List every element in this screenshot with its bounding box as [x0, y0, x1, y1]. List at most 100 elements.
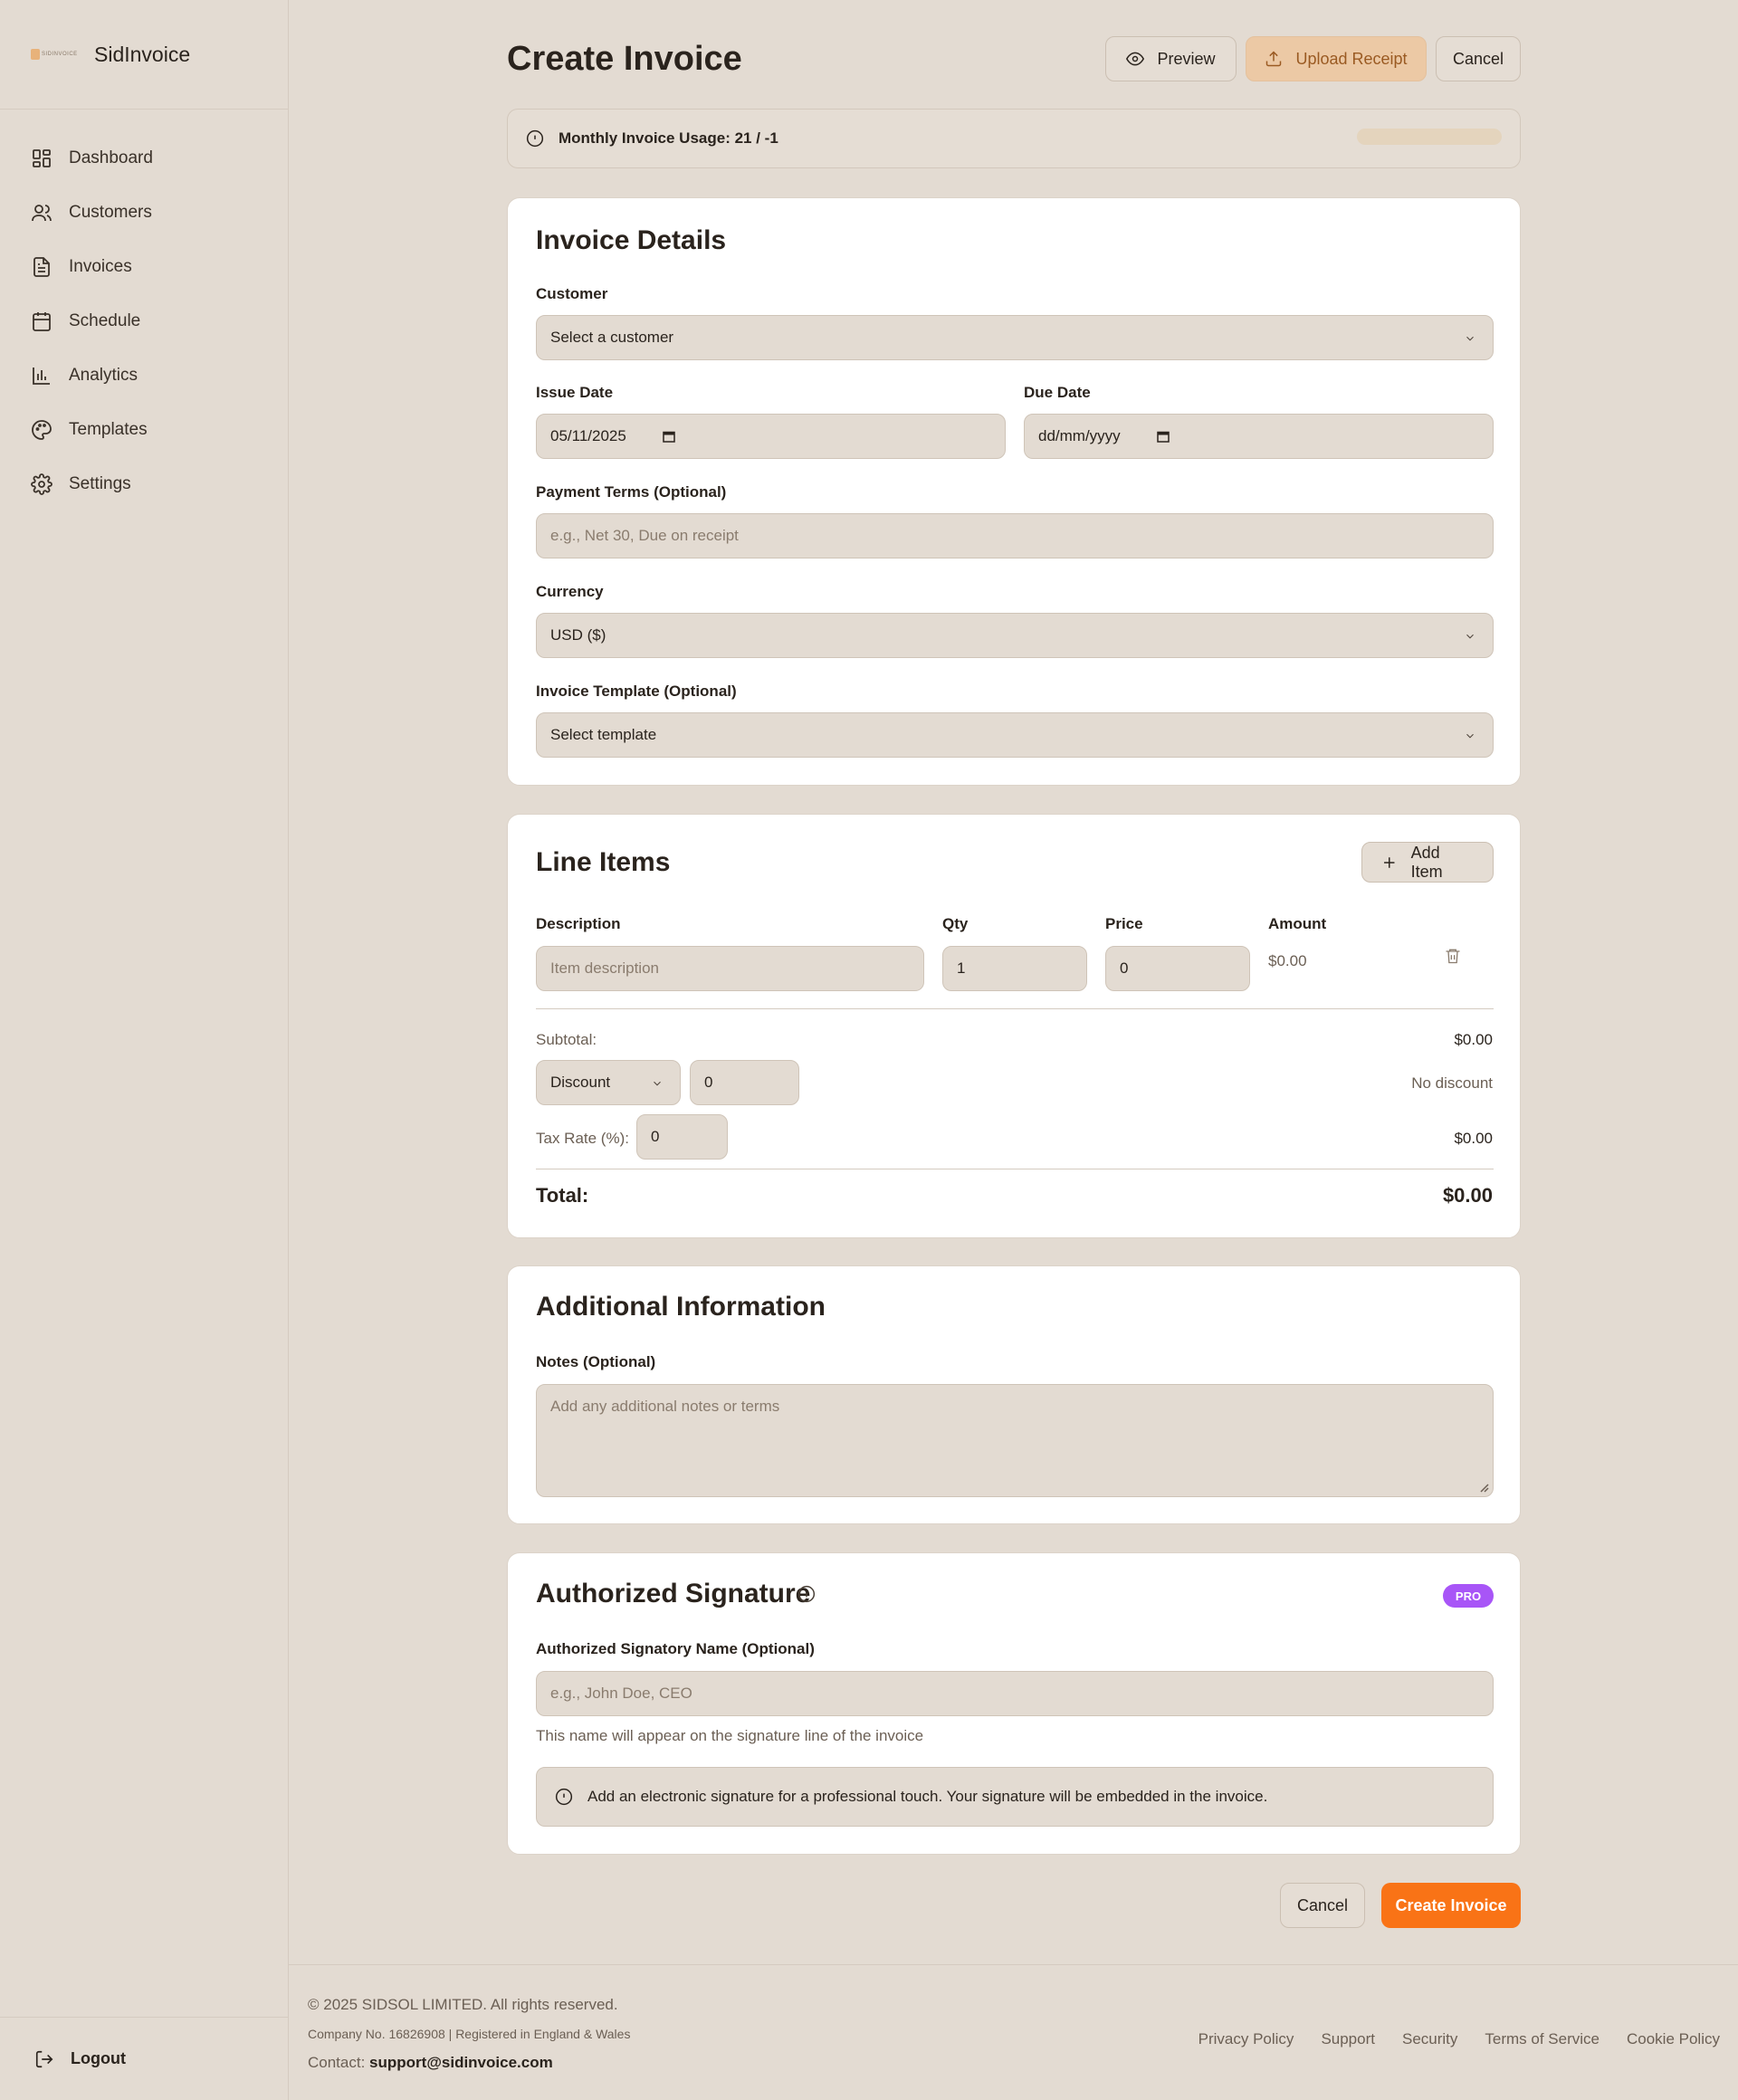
card-title: Invoice Details — [536, 225, 727, 255]
cancel-button[interactable]: Cancel — [1280, 1883, 1365, 1928]
calendar-picker-icon[interactable] — [1155, 428, 1171, 444]
trash-icon[interactable] — [1444, 947, 1462, 965]
footer-link-cookies[interactable]: Cookie Policy — [1627, 2030, 1720, 2048]
brand[interactable]: SIDINVOICE SidInvoice — [0, 0, 288, 110]
item-price-input[interactable]: 0 — [1105, 946, 1250, 991]
info-icon[interactable] — [797, 1585, 816, 1603]
preview-label: Preview — [1157, 49, 1216, 68]
gear-icon — [31, 473, 53, 495]
item-price-value: 0 — [1120, 959, 1129, 977]
footer-links: Privacy Policy Support Security Terms of… — [1198, 2030, 1720, 2048]
template-select[interactable]: Select template — [536, 712, 1494, 758]
resize-handle-icon[interactable] — [1480, 1484, 1489, 1493]
due-date-label: Due Date — [1024, 384, 1091, 401]
card-title: Authorized Signature — [536, 1579, 811, 1608]
logout-button[interactable]: Logout — [0, 2017, 289, 2100]
cancel-button[interactable]: Cancel — [1436, 36, 1521, 81]
sidebar-item-analytics[interactable]: Analytics — [0, 348, 288, 403]
issue-date-label: Issue Date — [536, 384, 614, 401]
tax-rate-label: Tax Rate (%): — [536, 1130, 629, 1147]
additional-info-card: Additional Information Notes (Optional) … — [507, 1265, 1521, 1524]
signature-info-text: Add an electronic signature for a profes… — [587, 1788, 1268, 1805]
sidebar-item-customers[interactable]: Customers — [0, 186, 288, 240]
line-items-card: Line Items Add Item Description Qty Pric… — [507, 814, 1521, 1238]
total-value: $0.00 — [1442, 1184, 1493, 1207]
template-label: Invoice Template (Optional) — [536, 682, 737, 700]
footer-registration: Company No. 16826908 | Registered in Eng… — [308, 2027, 631, 2041]
tax-rate-value: 0 — [651, 1128, 660, 1145]
discount-type-value: Discount — [550, 1074, 611, 1091]
brand-name: SidInvoice — [94, 42, 191, 66]
signatory-help-text: This name will appear on the signature l… — [536, 1727, 924, 1744]
column-header-amount: Amount — [1268, 915, 1327, 932]
create-invoice-button[interactable]: Create Invoice — [1381, 1883, 1521, 1928]
info-icon — [526, 129, 544, 148]
sidebar-item-dashboard[interactable]: Dashboard — [0, 131, 288, 186]
item-description-input[interactable]: Item description — [536, 946, 924, 991]
preview-button[interactable]: Preview — [1105, 36, 1237, 81]
sidebar-item-schedule[interactable]: Schedule — [0, 294, 288, 348]
sidebar-item-templates[interactable]: Templates — [0, 403, 288, 457]
add-item-label: Add Item — [1410, 843, 1443, 881]
issue-date-input[interactable]: 05/11/2025 — [536, 414, 1006, 459]
currency-label: Currency — [536, 583, 604, 600]
signatory-name-placeholder: e.g., John Doe, CEO — [550, 1685, 692, 1702]
chevron-down-icon — [1466, 733, 1474, 739]
logout-label: Logout — [71, 2049, 126, 2067]
divider — [536, 1008, 1494, 1009]
payment-terms-input[interactable]: e.g., Net 30, Due on receipt — [536, 513, 1494, 558]
customer-select[interactable]: Select a customer — [536, 315, 1494, 360]
sidebar-item-label: Invoices — [69, 257, 132, 276]
upload-icon — [1266, 51, 1282, 67]
footer-contact-label: Contact: — [308, 2054, 366, 2071]
notes-placeholder: Add any additional notes or terms — [550, 1398, 780, 1415]
invoice-details-card: Invoice Details Customer Select a custom… — [507, 197, 1521, 786]
sidebar-item-settings[interactable]: Settings — [0, 457, 288, 511]
calendar-picker-icon[interactable] — [661, 428, 677, 444]
currency-select[interactable]: USD ($) — [536, 613, 1494, 658]
discount-type-select[interactable]: Discount — [536, 1060, 681, 1105]
sidebar-item-label: Templates — [69, 420, 148, 439]
upload-receipt-button[interactable]: Upload Receipt — [1246, 36, 1427, 81]
footer: © 2025 SIDSOL LIMITED. All rights reserv… — [289, 1964, 1738, 2100]
cancel-label: Cancel — [1452, 49, 1504, 68]
card-title: Line Items — [536, 847, 671, 877]
due-date-value: dd/mm/yyyy — [1038, 427, 1121, 444]
eye-icon — [1126, 52, 1145, 66]
discount-value-input[interactable]: 0 — [690, 1060, 799, 1105]
dashboard-icon — [33, 149, 51, 167]
signature-card: Authorized Signature PRO Authorized Sign… — [507, 1552, 1521, 1855]
sidebar-item-label: Schedule — [69, 311, 141, 330]
footer-link-support[interactable]: Support — [1321, 2030, 1375, 2048]
signature-info-box: Add an electronic signature for a profes… — [536, 1767, 1494, 1827]
column-header-qty: Qty — [942, 915, 969, 932]
brand-logo-text: SIDINVOICE — [42, 52, 78, 57]
item-qty-input[interactable]: 1 — [942, 946, 1087, 991]
notes-textarea[interactable]: Add any additional notes or terms — [536, 1384, 1494, 1497]
sidebar-item-invoices[interactable]: Invoices — [0, 240, 288, 294]
chart-icon — [33, 368, 50, 385]
tax-rate-input[interactable]: 0 — [636, 1114, 728, 1160]
footer-copyright: © 2025 SIDSOL LIMITED. All rights reserv… — [308, 1996, 618, 2013]
sidebar-item-label: Dashboard — [69, 148, 153, 167]
due-date-input[interactable]: dd/mm/yyyy — [1024, 414, 1494, 459]
footer-link-terms[interactable]: Terms of Service — [1485, 2030, 1600, 2048]
issue-date-value: 05/11/2025 — [550, 427, 626, 444]
discount-status: No discount — [1411, 1074, 1493, 1092]
footer-contact-email[interactable]: support@sidinvoice.com — [369, 2054, 553, 2071]
signatory-name-input[interactable]: e.g., John Doe, CEO — [536, 1671, 1494, 1716]
sidebar-item-label: Settings — [69, 474, 131, 493]
column-header-description: Description — [536, 915, 621, 932]
chevron-down-icon — [1466, 336, 1474, 341]
footer-link-security[interactable]: Security — [1402, 2030, 1457, 2048]
footer-contact: Contact: support@sidinvoice.com — [308, 2054, 553, 2072]
logout-icon — [35, 2050, 53, 2067]
palette-icon — [32, 420, 52, 440]
usage-text: Monthly Invoice Usage: 21 / -1 — [559, 129, 778, 147]
currency-value: USD ($) — [550, 626, 606, 644]
plus-icon — [1384, 856, 1395, 868]
total-label: Total: — [536, 1184, 589, 1207]
info-icon — [555, 1788, 573, 1806]
add-item-button[interactable]: Add Item — [1361, 842, 1494, 883]
footer-link-privacy[interactable]: Privacy Policy — [1198, 2030, 1294, 2048]
